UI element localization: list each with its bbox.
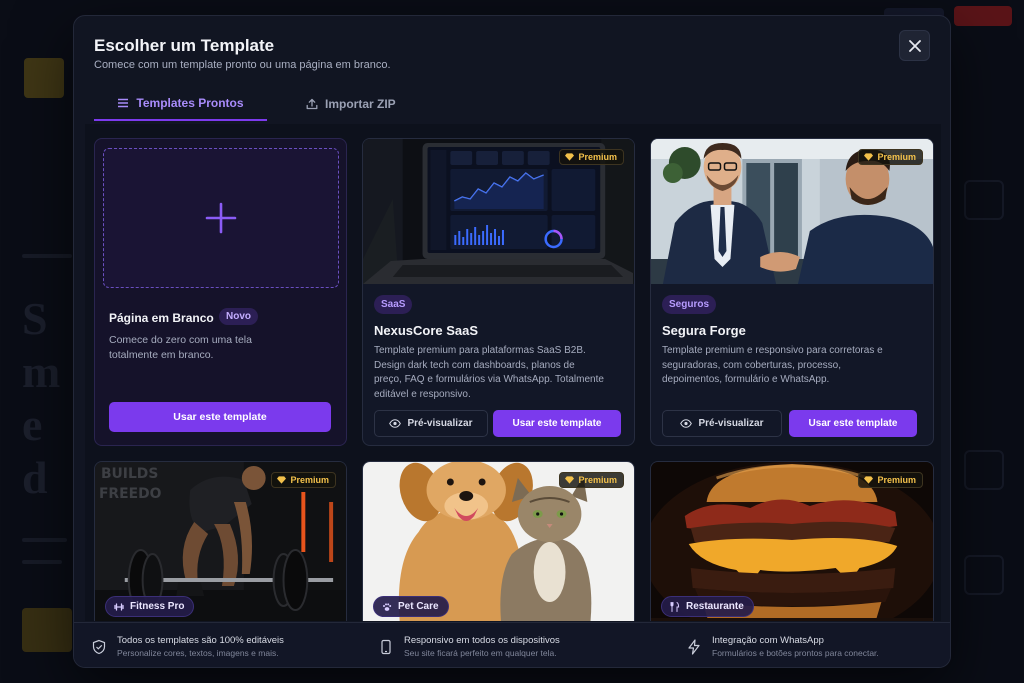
background-icon bbox=[964, 180, 1004, 220]
template-description: Template premium e responsivo para corre… bbox=[662, 345, 883, 385]
utensils-icon bbox=[670, 601, 680, 612]
background-heading: m bbox=[22, 346, 61, 397]
premium-label: Premium bbox=[877, 475, 916, 485]
category-label: Fitness Pro bbox=[130, 601, 185, 612]
template-name: Segura Forge bbox=[662, 323, 746, 338]
diamond-icon bbox=[277, 476, 287, 484]
blank-template-card[interactable]: Página em Branco Novo Comece do zero com… bbox=[94, 138, 347, 446]
feature-title: Todos os templates são 100% editáveis bbox=[117, 635, 284, 646]
background-cta bbox=[954, 6, 1012, 26]
category-label: Restaurante bbox=[686, 601, 744, 612]
template-card-nexuscore: Premium SaaS NexusCore SaaS Template pre… bbox=[362, 138, 635, 446]
background-icon bbox=[964, 450, 1004, 490]
premium-badge: Premium bbox=[559, 149, 624, 165]
tab-importar-zip[interactable]: Importar ZIP bbox=[306, 86, 446, 121]
eye-icon bbox=[389, 419, 402, 428]
list-icon bbox=[118, 98, 129, 107]
background-line bbox=[22, 560, 62, 564]
blank-title: Página em Branco bbox=[109, 311, 214, 325]
category-chip: Restaurante bbox=[661, 596, 754, 617]
shield-icon bbox=[92, 639, 106, 654]
paw-icon bbox=[383, 602, 392, 611]
template-card-fitness-pro[interactable]: BUILDS FREEDO Premium Fitness Pro bbox=[94, 461, 347, 621]
tab-bar: Templates Prontos Importar ZIP bbox=[94, 86, 932, 121]
tab-label: Importar ZIP bbox=[325, 96, 396, 111]
preview-label: Pré-visualizar bbox=[698, 418, 764, 429]
background-heading: d bbox=[22, 452, 48, 503]
preview-button[interactable]: Pré-visualizar bbox=[374, 410, 488, 437]
upload-icon bbox=[306, 98, 318, 109]
preview-label: Pré-visualizar bbox=[407, 418, 473, 429]
diamond-icon bbox=[565, 153, 575, 161]
template-card-restaurante[interactable]: Premium Restaurante bbox=[650, 461, 934, 621]
use-template-button[interactable]: Usar este template bbox=[789, 410, 917, 437]
template-description: Template premium para plataformas SaaS B… bbox=[374, 345, 604, 400]
bolt-icon bbox=[688, 638, 700, 655]
dumbbell-icon bbox=[114, 602, 124, 611]
diamond-icon bbox=[565, 476, 575, 484]
tab-templates-prontos[interactable]: Templates Prontos bbox=[94, 86, 267, 121]
background-icon bbox=[964, 555, 1004, 595]
fitness-thumbnail: BUILDS FREEDO Premium Fitness Pro bbox=[95, 462, 346, 621]
template-card-pet-care[interactable]: Premium Pet Care bbox=[362, 461, 635, 621]
background-line bbox=[22, 538, 67, 542]
premium-label: Premium bbox=[578, 152, 617, 162]
blank-description: Comece do zero com uma tela totalmente e… bbox=[109, 334, 252, 361]
template-name: NexusCore SaaS bbox=[374, 323, 479, 338]
new-badge: Novo bbox=[219, 308, 258, 325]
template-card-segura-forge: Premium Seguros Segura Forge Template pr… bbox=[650, 138, 934, 446]
template-grid: Página em Branco Novo Comece do zero com… bbox=[85, 124, 941, 621]
svg-text:FREEDO: FREEDO bbox=[99, 486, 162, 502]
use-blank-template-button[interactable]: Usar este template bbox=[109, 402, 331, 432]
category-tag: SaaS bbox=[374, 295, 413, 314]
premium-badge: Premium bbox=[858, 149, 923, 165]
use-template-button[interactable]: Usar este template bbox=[493, 410, 621, 437]
feature-subtitle: Personalize cores, textos, imagens e mai… bbox=[117, 648, 279, 658]
background-heading: e bbox=[22, 399, 43, 450]
background-logo bbox=[24, 58, 64, 98]
preview-button[interactable]: Pré-visualizar bbox=[662, 410, 782, 437]
tab-label: Templates Prontos bbox=[136, 95, 244, 110]
feature-editable: Todos os templates são 100% editáveis Pe… bbox=[91, 623, 284, 667]
feature-subtitle: Formulários e botões prontos para conect… bbox=[712, 648, 879, 658]
modal-title: Escolher um Template bbox=[94, 36, 275, 55]
eye-icon bbox=[680, 419, 693, 428]
nexuscore-thumbnail: Premium bbox=[363, 139, 634, 284]
feature-title: Integração com WhatsApp bbox=[712, 635, 824, 646]
restaurante-thumbnail: Premium Restaurante bbox=[651, 462, 933, 621]
close-button[interactable] bbox=[899, 30, 930, 61]
premium-badge: Premium bbox=[559, 472, 624, 488]
template-modal: Escolher um Template Comece com um templ… bbox=[73, 15, 951, 668]
premium-label: Premium bbox=[578, 475, 617, 485]
feature-title: Responsivo em todos os dispositivos bbox=[404, 635, 560, 646]
modal-subtitle: Comece com um template pronto ou uma pág… bbox=[94, 59, 391, 71]
segura-forge-thumbnail: Premium bbox=[651, 139, 933, 284]
category-tag: Seguros bbox=[662, 295, 717, 314]
features-footer: Todos os templates são 100% editáveis Pe… bbox=[74, 622, 950, 667]
category-chip: Fitness Pro bbox=[105, 596, 195, 617]
feature-subtitle: Seu site ficará perfeito em qualquer tel… bbox=[404, 648, 557, 658]
premium-label: Premium bbox=[877, 152, 916, 162]
background-line bbox=[22, 254, 72, 258]
background-button bbox=[22, 608, 72, 652]
feature-responsive: Responsivo em todos os dispositivos Seu … bbox=[378, 623, 560, 667]
diamond-icon bbox=[864, 476, 874, 484]
category-label: Pet Care bbox=[398, 601, 439, 612]
blank-drop-area[interactable] bbox=[103, 148, 339, 288]
feature-whatsapp: Integração com WhatsApp Formulários e bo… bbox=[686, 623, 879, 667]
background-heading: S bbox=[22, 293, 48, 344]
diamond-icon bbox=[864, 153, 874, 161]
pet-care-thumbnail: Premium Pet Care bbox=[363, 462, 634, 621]
svg-text:BUILDS: BUILDS bbox=[101, 466, 158, 482]
category-chip: Pet Care bbox=[373, 596, 449, 617]
premium-badge: Premium bbox=[858, 472, 923, 488]
phone-icon bbox=[381, 639, 391, 654]
premium-badge: Premium bbox=[271, 472, 336, 488]
close-icon bbox=[908, 39, 921, 52]
plus-icon bbox=[205, 202, 237, 234]
premium-label: Premium bbox=[290, 475, 329, 485]
